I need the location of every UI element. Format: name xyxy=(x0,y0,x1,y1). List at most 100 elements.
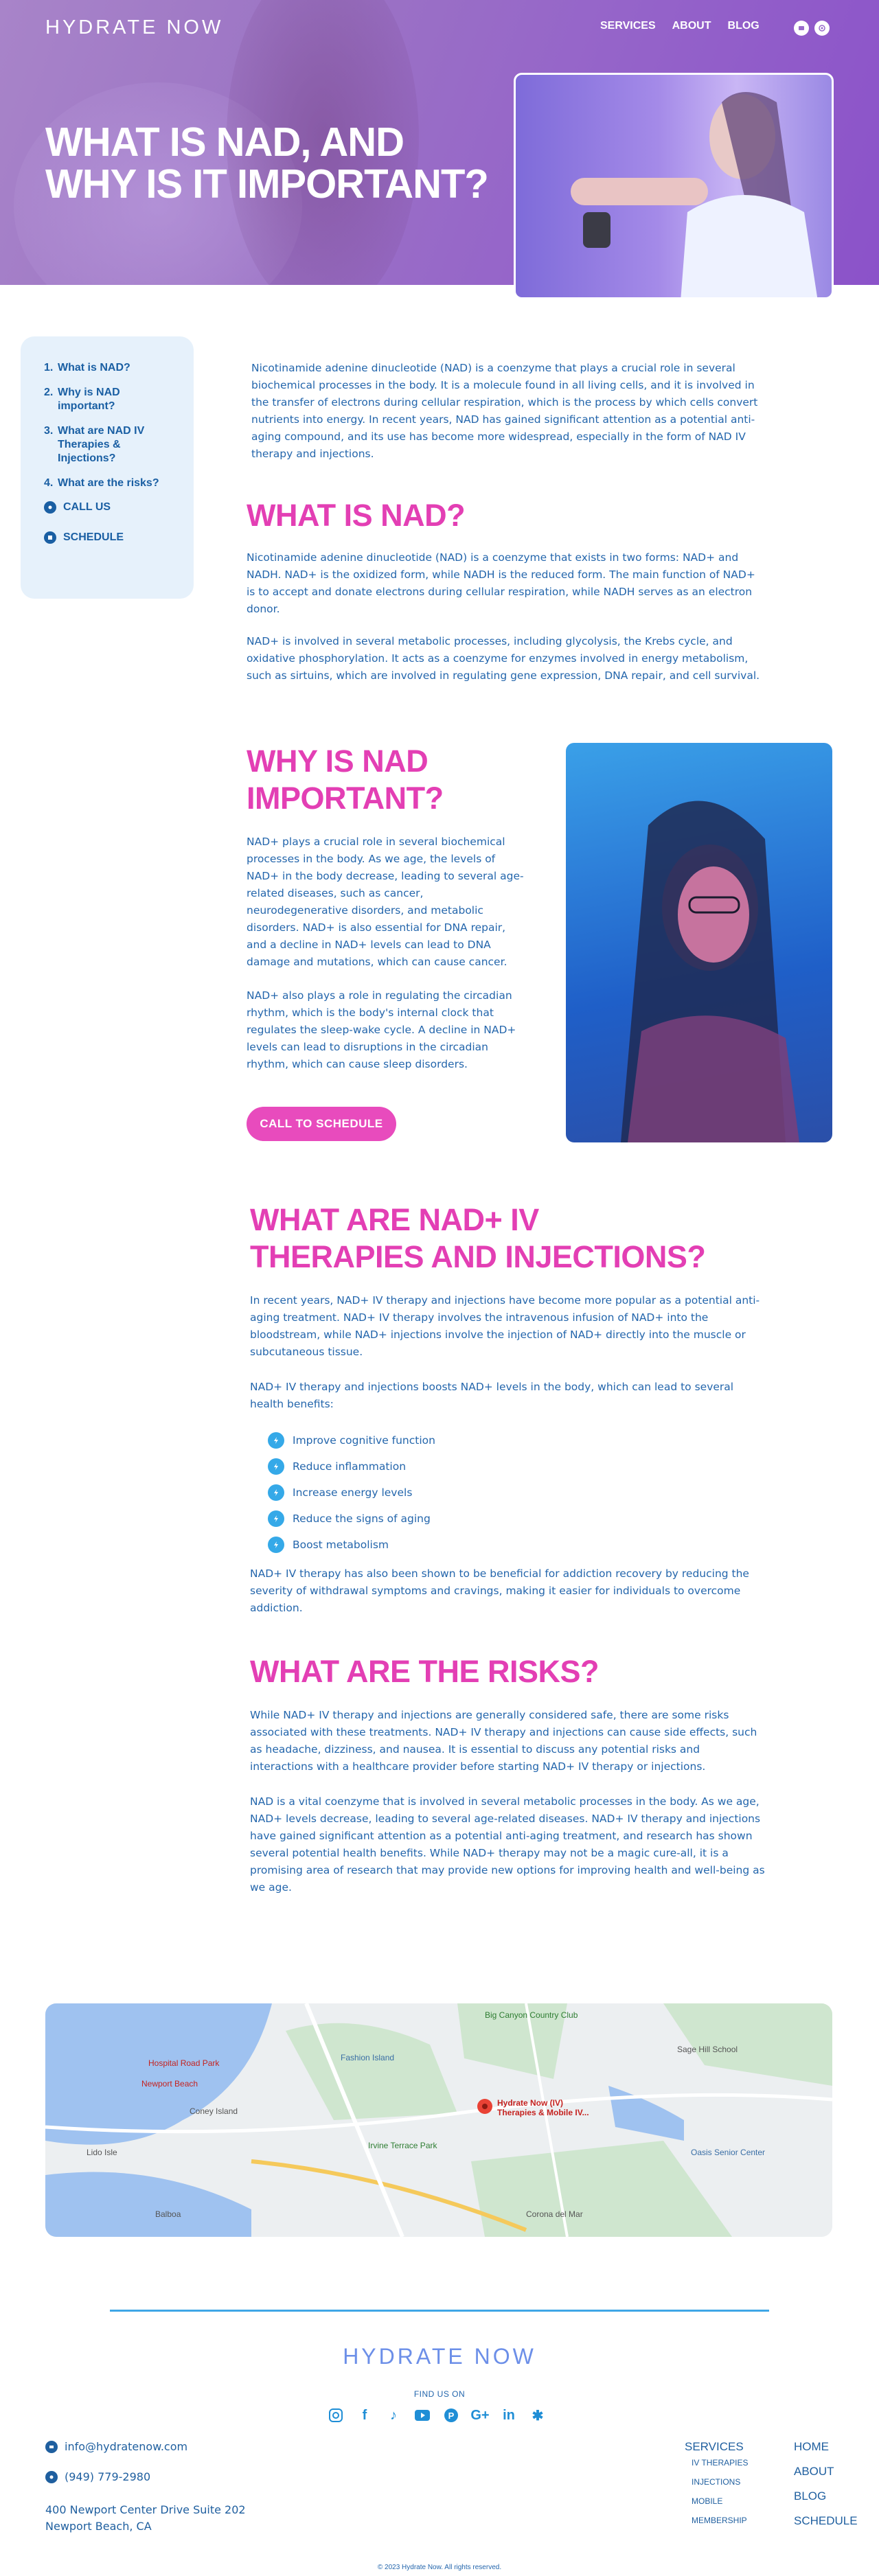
schedule-button[interactable]: SCHEDULE xyxy=(44,531,194,544)
youtube-icon[interactable] xyxy=(413,2406,431,2424)
footer-link-about[interactable]: ABOUT xyxy=(794,2465,858,2479)
footer-link-injections[interactable]: INJECTIONS xyxy=(692,2477,748,2487)
nav-blog[interactable]: BLOG xyxy=(728,20,760,32)
toc-number: 1. xyxy=(44,362,54,373)
pinterest-icon[interactable]: P xyxy=(442,2406,460,2424)
call-us-label: CALL US xyxy=(63,501,111,513)
facebook-icon[interactable]: f xyxy=(356,2406,374,2424)
footer-logo[interactable]: HYDRATE NOW xyxy=(0,2344,879,2369)
table-of-contents: 1. What is NAD? 2. Why is NAD important?… xyxy=(21,336,194,599)
tiktok-icon[interactable]: ♪ xyxy=(385,2406,402,2424)
calendar-icon xyxy=(44,531,56,544)
map-label: Balboa xyxy=(155,2209,181,2219)
map-label: Sage Hill School xyxy=(677,2045,738,2054)
list-item: Increase energy levels xyxy=(268,1480,435,1506)
list-item: Reduce the signs of aging xyxy=(268,1506,435,1532)
toc-label: What are the risks? xyxy=(58,477,159,489)
what-is-nad-paragraph-2: NAD+ is involved in several metabolic pr… xyxy=(247,635,760,682)
svg-text:P: P xyxy=(448,2411,455,2421)
address-line-1: 400 Newport Center Drive Suite 202 xyxy=(45,2503,246,2516)
lightning-icon xyxy=(268,1510,284,1527)
benefit-label: Boost metabolism xyxy=(293,1539,389,1551)
email-text: info@hydratenow.com xyxy=(65,2440,188,2453)
footer-link-blog[interactable]: BLOG xyxy=(794,2489,858,2503)
call-to-schedule-button[interactable]: CALL TO SCHEDULE xyxy=(247,1107,396,1141)
benefits-list: Improve cognitive function Reduce inflam… xyxy=(268,1427,435,1558)
map-label: Irvine Terrace Park xyxy=(368,2141,437,2150)
list-item: Improve cognitive function xyxy=(268,1427,435,1453)
toc-item-risks[interactable]: 4. What are the risks? xyxy=(44,476,194,490)
phone-icon xyxy=(44,501,56,514)
photo-woman-glasses xyxy=(566,743,832,1142)
map-label: Coney Island xyxy=(190,2106,238,2116)
main-nav: SERVICES ABOUT BLOG xyxy=(600,20,776,32)
footer-link-membership[interactable]: MEMBERSHIP xyxy=(692,2516,748,2525)
list-item: Reduce inflammation xyxy=(268,1453,435,1480)
map-pin-label: Hydrate Now (IV) Therapies & Mobile IV..… xyxy=(497,2098,589,2117)
header-icons xyxy=(794,21,830,36)
map-label: Lido Isle xyxy=(87,2148,117,2157)
nav-services[interactable]: SERVICES xyxy=(600,20,656,32)
phone-text: (949) 779-2980 xyxy=(65,2470,151,2483)
footer-link-iv-therapies[interactable]: IV THERAPIES xyxy=(692,2458,748,2468)
why-important-paragraph-2: NAD+ also plays a role in regulating the… xyxy=(247,989,516,1070)
heading-why-important: WHY IS NAD IMPORTANT? xyxy=(247,744,444,816)
benefit-label: Increase energy levels xyxy=(293,1486,413,1499)
phone-contact[interactable]: (949) 779-2980 xyxy=(45,2470,150,2483)
therapies-paragraph-3: NAD+ IV therapy has also been shown to b… xyxy=(250,1567,749,1614)
toc-label: What is NAD? xyxy=(58,362,130,373)
lightning-icon xyxy=(268,1458,284,1475)
heading-what-is-nad: WHAT IS NAD? xyxy=(247,498,466,533)
toc-label: Why is NAD important? xyxy=(58,387,120,412)
footer-link-schedule[interactable]: SCHEDULE xyxy=(794,2514,858,2528)
footer-link-home[interactable]: HOME xyxy=(794,2440,858,2454)
benefit-label: Reduce the signs of aging xyxy=(293,1513,431,1525)
chat-icon[interactable] xyxy=(794,21,809,36)
phone-icon xyxy=(45,2470,58,2483)
footer-links-column: HOME ABOUT BLOG SCHEDULE xyxy=(794,2440,858,2532)
map-label: Hospital Road Park xyxy=(148,2058,220,2068)
toc-item-what-is-nad[interactable]: 1. What is NAD? xyxy=(44,361,194,375)
therapies-paragraph-2: NAD+ IV therapy and injections boosts NA… xyxy=(250,1381,734,1410)
footer-link-mobile[interactable]: MOBILE xyxy=(692,2496,748,2506)
whatsapp-icon[interactable] xyxy=(814,21,830,36)
toc-item-therapies[interactable]: 3. What are NAD IV Therapies & Injection… xyxy=(44,424,194,465)
page-title: WHAT IS NAD, AND WHY IS IT IMPORTANT? xyxy=(45,119,489,207)
toc-number: 4. xyxy=(44,477,54,489)
footer-services-column: SERVICES IV THERAPIES INJECTIONS MOBILE … xyxy=(685,2440,748,2535)
list-item: Boost metabolism xyxy=(268,1532,435,1558)
what-is-nad-paragraph-1: Nicotinamide adenine dinucleotide (NAD) … xyxy=(247,551,755,615)
hero-photo-woman-smartwatch xyxy=(514,73,834,299)
toc-item-why-important[interactable]: 2. Why is NAD important? xyxy=(44,386,194,413)
toc-number: 2. xyxy=(44,387,54,398)
linkedin-icon[interactable]: in xyxy=(500,2406,518,2424)
map-label: Fashion Island xyxy=(341,2053,395,2062)
nav-about[interactable]: ABOUT xyxy=(672,20,711,32)
yelp-icon[interactable]: ✱ xyxy=(529,2406,547,2424)
risks-paragraph-1: While NAD+ IV therapy and injections are… xyxy=(250,1709,757,1773)
map-label: Corona del Mar xyxy=(526,2209,583,2219)
call-us-button[interactable]: CALL US xyxy=(44,501,194,514)
schedule-label: SCHEDULE xyxy=(63,531,124,543)
map-label: Newport Beach xyxy=(141,2079,198,2089)
email-contact[interactable]: info@hydratenow.com xyxy=(45,2440,187,2453)
address-line-2: Newport Beach, CA xyxy=(45,2520,152,2533)
copyright: © 2023 Hydrate Now. All rights reserved. xyxy=(377,2564,502,2571)
benefit-label: Improve cognitive function xyxy=(293,1434,435,1447)
instagram-icon[interactable] xyxy=(327,2406,345,2424)
intro-paragraph: Nicotinamide adenine dinucleotide (NAD) … xyxy=(251,362,758,460)
heading-risks: WHAT ARE THE RISKS? xyxy=(250,1654,599,1689)
risks-paragraph-2: NAD is a vital coenzyme that is involved… xyxy=(250,1795,765,1894)
footer-services-link[interactable]: SERVICES xyxy=(685,2440,748,2454)
lightning-icon xyxy=(268,1432,284,1449)
why-important-paragraph-1: NAD+ plays a crucial role in several bio… xyxy=(247,836,524,968)
address: 400 Newport Center Drive Suite 202 Newpo… xyxy=(45,2502,246,2535)
lightning-icon xyxy=(268,1537,284,1553)
map-label: Big Canyon Country Club xyxy=(485,2010,578,2020)
benefit-label: Reduce inflammation xyxy=(293,1460,407,1473)
site-logo[interactable]: HYDRATE NOW xyxy=(45,16,223,39)
map-label: Oasis Senior Center xyxy=(691,2148,766,2157)
google-plus-icon[interactable]: G+ xyxy=(470,2406,489,2424)
heading-therapies: WHAT ARE NAD+ IV THERAPIES AND INJECTION… xyxy=(250,1202,706,1274)
location-map[interactable]: Hydrate Now (IV) Therapies & Mobile IV..… xyxy=(45,2003,832,2237)
